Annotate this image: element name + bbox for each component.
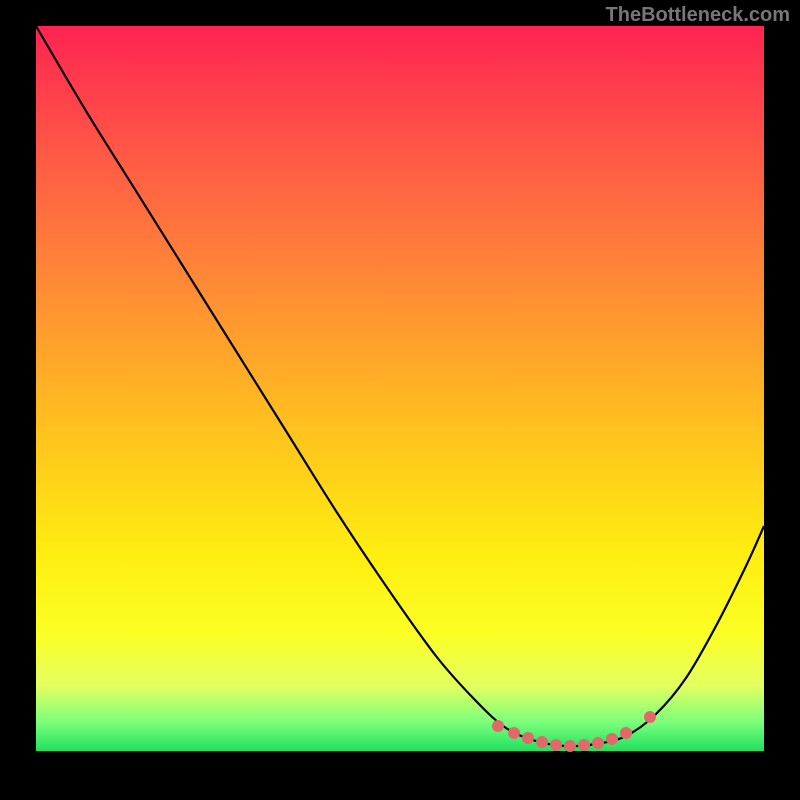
highlight-dot <box>492 720 504 732</box>
highlight-dot <box>578 739 590 751</box>
marker-layer <box>36 26 764 751</box>
highlight-dot <box>592 737 604 749</box>
highlight-dot <box>620 727 632 739</box>
highlight-dot <box>550 739 562 751</box>
highlight-dot <box>606 733 618 745</box>
highlight-dot <box>644 711 656 723</box>
highlight-dot <box>508 727 520 739</box>
highlight-dot <box>536 736 548 748</box>
highlight-dot <box>564 740 576 752</box>
highlight-dot <box>522 732 534 744</box>
watermark-text: TheBottleneck.com <box>606 4 790 27</box>
gradient-plot-area <box>36 26 764 751</box>
